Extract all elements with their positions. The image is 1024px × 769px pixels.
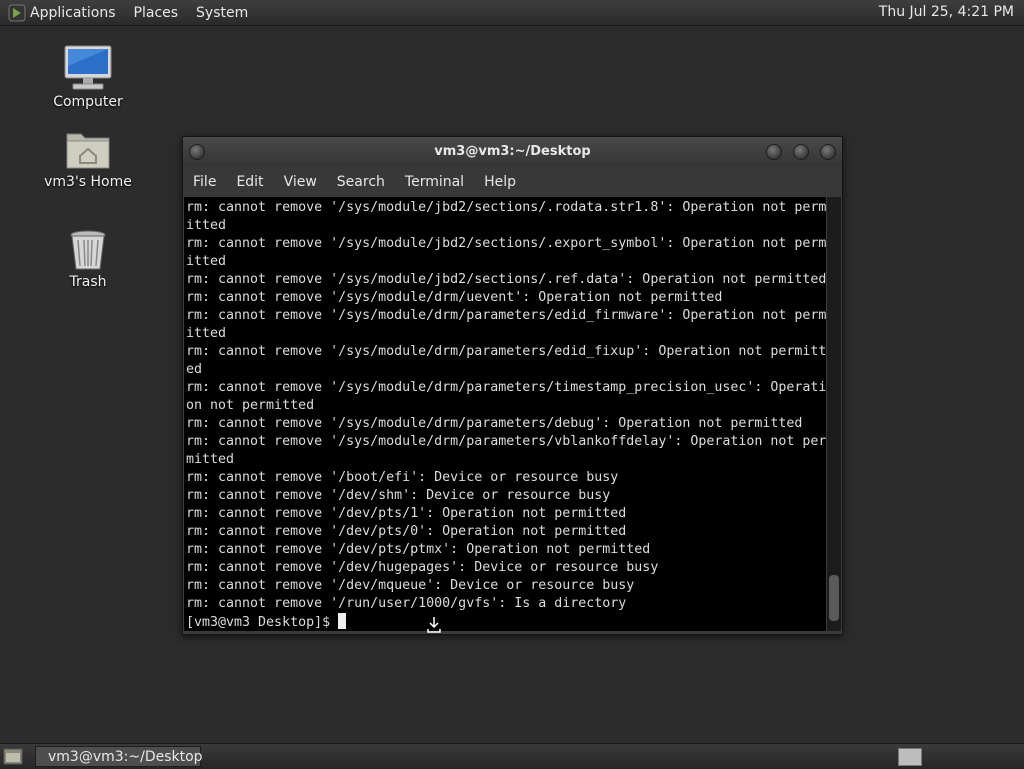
menu-help[interactable]: Help <box>474 174 526 190</box>
window-menu-icon[interactable] <box>189 144 205 160</box>
desktop-icon-home[interactable]: vm3's Home <box>33 128 143 190</box>
terminal-line: rm: cannot remove '/sys/module/drm/param… <box>186 380 826 395</box>
terminal-line: rm: cannot remove '/sys/module/drm/param… <box>186 308 826 323</box>
terminal-line: rm: cannot remove '/dev/shm': Device or … <box>186 488 611 503</box>
terminal-title: vm3@vm3:~/Desktop <box>434 144 591 159</box>
desktop-icon-computer[interactable]: Computer <box>33 44 143 110</box>
menu-edit[interactable]: Edit <box>226 174 273 190</box>
terminal-line: rm: cannot remove '/sys/module/jbd2/sect… <box>186 236 826 251</box>
terminal-line: rm: cannot remove '/dev/hugepages': Devi… <box>186 560 659 575</box>
terminal-line: rm: cannot remove '/dev/pts/1': Operatio… <box>186 506 627 521</box>
desktop-icon-trash[interactable]: Trash <box>33 228 143 290</box>
terminal-scrollbar[interactable] <box>827 197 841 631</box>
terminal-titlebar[interactable]: vm3@vm3:~/Desktop <box>183 137 842 167</box>
trash-label: Trash <box>69 274 107 290</box>
home-label: vm3's Home <box>44 174 132 190</box>
maximize-icon[interactable] <box>793 144 809 160</box>
close-icon[interactable] <box>820 144 836 160</box>
computer-label: Computer <box>53 94 123 110</box>
terminal-output[interactable]: rm: cannot remove '/sys/module/jbd2/sect… <box>184 197 826 631</box>
terminal-line: rm: cannot remove '/sys/module/jbd2/sect… <box>186 200 826 215</box>
text-cursor <box>338 613 347 629</box>
terminal-lines: rm: cannot remove '/sys/module/jbd2/sect… <box>186 199 826 613</box>
show-desktop-icon[interactable] <box>3 748 23 765</box>
terminal-line: mitted <box>186 452 235 467</box>
menu-terminal[interactable]: Terminal <box>395 174 474 190</box>
places-menu[interactable]: Places <box>125 5 188 21</box>
menu-file[interactable]: File <box>183 174 226 190</box>
home-folder-icon <box>66 133 110 169</box>
terminal-line: ed <box>186 362 203 377</box>
terminal-line: rm: cannot remove '/dev/mqueue': Device … <box>186 578 635 593</box>
terminal-window[interactable]: vm3@vm3:~/Desktop File Edit View Search … <box>182 136 843 635</box>
top-panel: Applications Places System Thu Jul 25, 4… <box>0 0 1024 26</box>
menu-view[interactable]: View <box>274 174 327 190</box>
mouse-pointer-icon <box>427 617 441 633</box>
applications-logo-icon[interactable] <box>8 4 26 22</box>
terminal-line: rm: cannot remove '/run/user/1000/gvfs':… <box>186 596 627 611</box>
terminal-line: rm: cannot remove '/sys/module/drm/param… <box>186 434 826 449</box>
terminal-line: on not permitted <box>186 398 315 413</box>
terminal-line: rm: cannot remove '/sys/module/jbd2/sect… <box>186 272 826 287</box>
terminal-line: rm: cannot remove '/boot/efi': Device or… <box>186 470 619 485</box>
prompt-line[interactable]: [vm3@vm3 Desktop]$ <box>186 613 824 631</box>
terminal-line: itted <box>186 326 227 341</box>
terminal-line: itted <box>186 218 227 233</box>
computer-icon <box>64 45 112 90</box>
scrollbar-thumb[interactable] <box>829 575 839 621</box>
terminal-menubar: File Edit View Search Terminal Help <box>183 167 842 196</box>
taskbar-window-button[interactable]: vm3@vm3:~/Desktop <box>35 746 203 767</box>
minimize-icon[interactable] <box>766 144 782 160</box>
applications-menu[interactable]: Applications <box>26 5 125 21</box>
trash-icon <box>70 230 106 270</box>
taskbar-window-label: vm3@vm3:~/Desktop <box>48 748 203 765</box>
terminal-line: rm: cannot remove '/sys/module/drm/ueven… <box>186 290 723 305</box>
terminal-line: rm: cannot remove '/dev/pts/ptmx': Opera… <box>186 542 651 557</box>
terminal-line: rm: cannot remove '/sys/module/drm/param… <box>186 416 803 431</box>
workspace-switcher[interactable] <box>898 748 922 766</box>
terminal-line: itted <box>186 254 227 269</box>
terminal-line: rm: cannot remove '/dev/pts/0': Operatio… <box>186 524 627 539</box>
bottom-panel: vm3@vm3:~/Desktop <box>0 743 1024 769</box>
menu-search[interactable]: Search <box>327 174 395 190</box>
clock[interactable]: Thu Jul 25, 4:21 PM <box>879 4 1014 20</box>
system-menu[interactable]: System <box>187 5 257 21</box>
terminal-line: rm: cannot remove '/sys/module/drm/param… <box>186 344 826 359</box>
shell-prompt: [vm3@vm3 Desktop]$ <box>186 615 339 630</box>
